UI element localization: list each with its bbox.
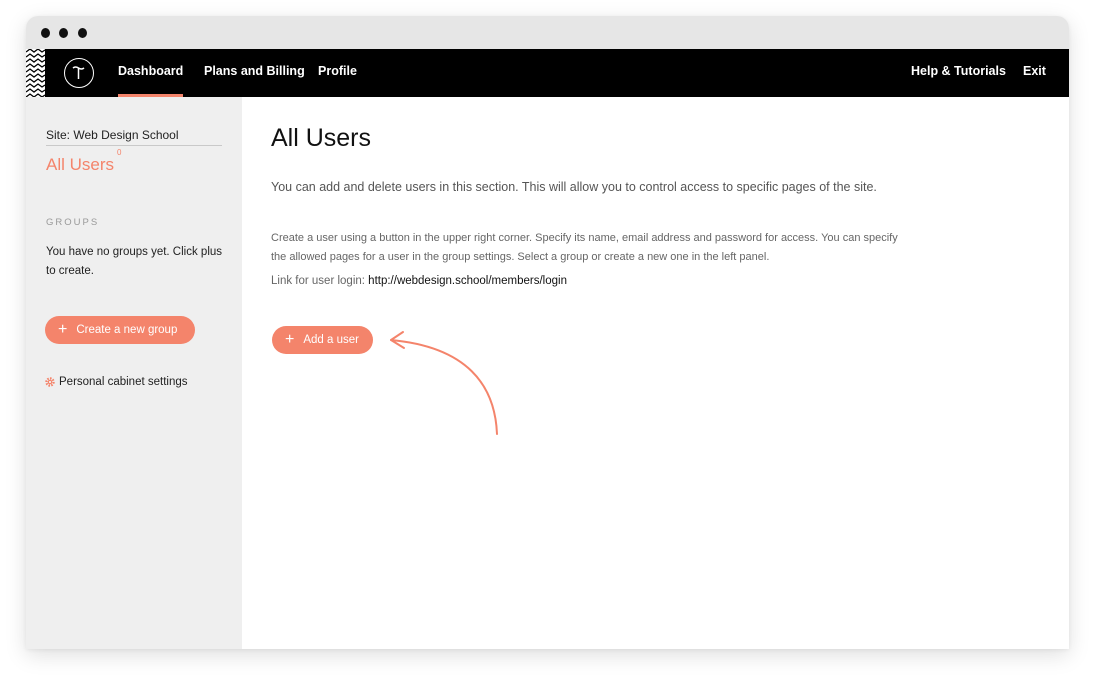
add-user-label: Add a user: [303, 334, 359, 346]
settings-label: Personal cabinet settings: [59, 376, 188, 388]
create-group-label: Create a new group: [76, 324, 178, 336]
curved-arrow-icon: [390, 331, 498, 435]
nav-dashboard[interactable]: Dashboard: [118, 49, 184, 97]
sidebar: Site: Web Design School All Users0 GROUP…: [26, 97, 242, 649]
site-label: Site: Web Design School: [46, 128, 179, 142]
create-group-button[interactable]: + Create a new group: [45, 316, 195, 344]
nav-help-tutorials[interactable]: Help & Tutorials: [911, 49, 1006, 97]
instructions-text: Create a user using a button in the uppe…: [271, 232, 898, 263]
add-user-button[interactable]: + Add a user: [272, 326, 373, 354]
main-content: All Users You can add and delete users i…: [242, 97, 1069, 649]
tilda-logo-icon[interactable]: [64, 58, 94, 88]
personal-cabinet-settings-link[interactable]: Personal cabinet settings: [45, 376, 188, 388]
gear-icon: [45, 377, 55, 387]
user-count-badge: 0: [117, 148, 122, 158]
window-minimize-dot[interactable]: [59, 28, 68, 38]
sidebar-all-users[interactable]: All Users0: [46, 148, 121, 175]
page-title: All Users: [271, 124, 372, 152]
app-window: Dashboard Plans and Billing Profile Help…: [26, 16, 1069, 649]
window-maximize-dot[interactable]: [78, 28, 87, 38]
sidebar-all-users-label: All Users: [46, 155, 115, 174]
plus-icon: +: [58, 321, 68, 338]
nav-exit[interactable]: Exit: [1023, 49, 1046, 97]
zigzag-pattern-icon: [26, 49, 45, 97]
window-close-dot[interactable]: [41, 28, 50, 38]
login-link-line: Link for user login: http://webdesign.sc…: [271, 275, 567, 287]
window-titlebar: [26, 16, 1069, 49]
nav-plans-and-billing[interactable]: Plans and Billing: [204, 49, 305, 97]
login-link-label: Link for user login:: [271, 275, 365, 287]
top-navbar: Dashboard Plans and Billing Profile Help…: [26, 49, 1069, 97]
groups-empty-message: You have no groups yet. Click plus to cr…: [46, 246, 223, 277]
plus-icon: +: [285, 331, 295, 348]
nav-profile[interactable]: Profile: [318, 49, 357, 97]
intro-text: You can add and delete users in this sec…: [271, 180, 877, 194]
login-url-link[interactable]: http://webdesign.school/members/login: [368, 275, 567, 287]
groups-heading: GROUPS: [46, 217, 100, 228]
site-divider: [46, 145, 222, 146]
